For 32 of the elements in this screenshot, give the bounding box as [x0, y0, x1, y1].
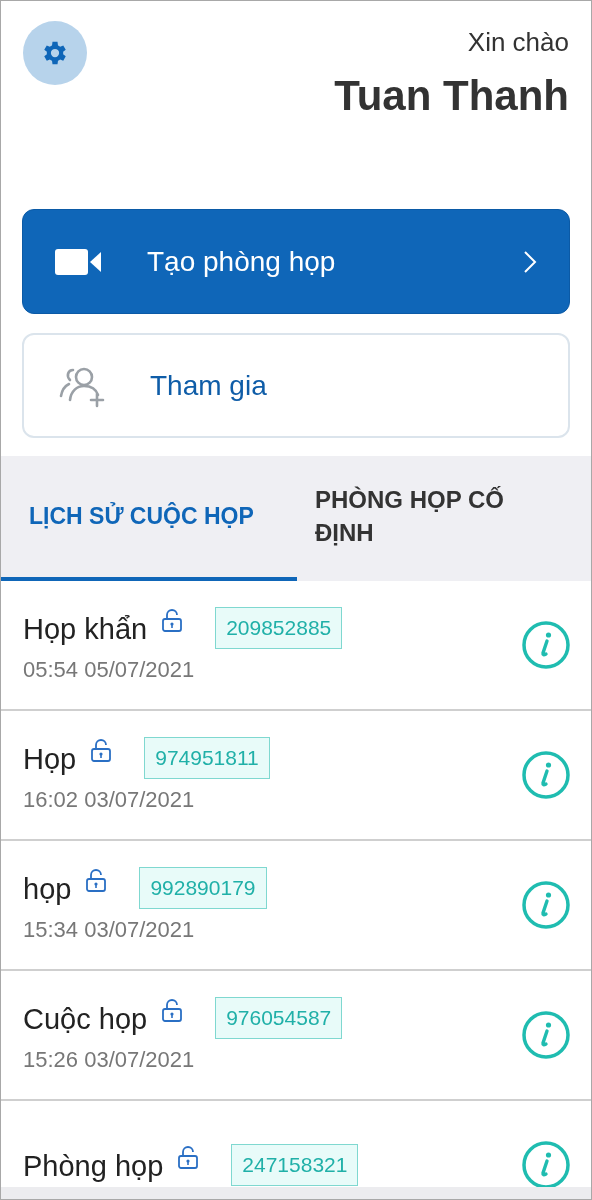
join-button[interactable]: Tham gia	[22, 333, 570, 438]
user-name: Tuan Thanh	[334, 72, 569, 120]
meeting-name: Họp	[23, 743, 77, 776]
meeting-time: 15:34 03/07/2021	[23, 917, 196, 943]
meeting-id-badge: 974951811	[144, 737, 270, 779]
unlocked-padlock-icon	[177, 1146, 200, 1170]
meeting-name: Họp khẩn	[23, 613, 148, 646]
meeting-time: 05:54 05/07/2021	[23, 657, 196, 683]
unlocked-padlock-icon	[161, 999, 184, 1023]
unlocked-padlock-icon	[161, 609, 184, 633]
info-icon[interactable]	[521, 620, 571, 670]
unlocked-padlock-icon	[90, 739, 113, 763]
info-icon[interactable]	[521, 880, 571, 930]
meeting-id-badge: 976054587	[215, 997, 343, 1039]
greeting-text: Xin chào	[467, 27, 569, 58]
meeting-name: Phòng họp	[23, 1150, 164, 1183]
tab[interactable]: LỊCH SỬ CUỘC HỌP	[1, 456, 297, 581]
meeting-id-badge: 209852885	[215, 607, 343, 649]
video-camera-icon	[55, 247, 103, 276]
meeting-id-badge: 992890179	[139, 867, 267, 909]
meeting-id-badge: 247158321	[231, 1144, 359, 1186]
meeting-time: 15:26 03/07/2021	[23, 1047, 196, 1073]
info-icon[interactable]	[521, 1010, 571, 1060]
meeting-name: Cuộc họp	[23, 1003, 148, 1036]
create-meeting-button[interactable]: Tạo phòng họp	[22, 209, 570, 314]
meeting-time: 16:02 03/07/2021	[23, 787, 196, 813]
unlocked-padlock-icon	[85, 869, 108, 893]
meeting-name: họp	[23, 873, 72, 906]
info-icon[interactable]	[521, 750, 571, 800]
tab[interactable]: PHÒNG HỌP CỐ ĐỊNH	[297, 456, 591, 581]
chevron-right-icon	[523, 249, 537, 274]
info-icon[interactable]	[521, 1140, 571, 1190]
